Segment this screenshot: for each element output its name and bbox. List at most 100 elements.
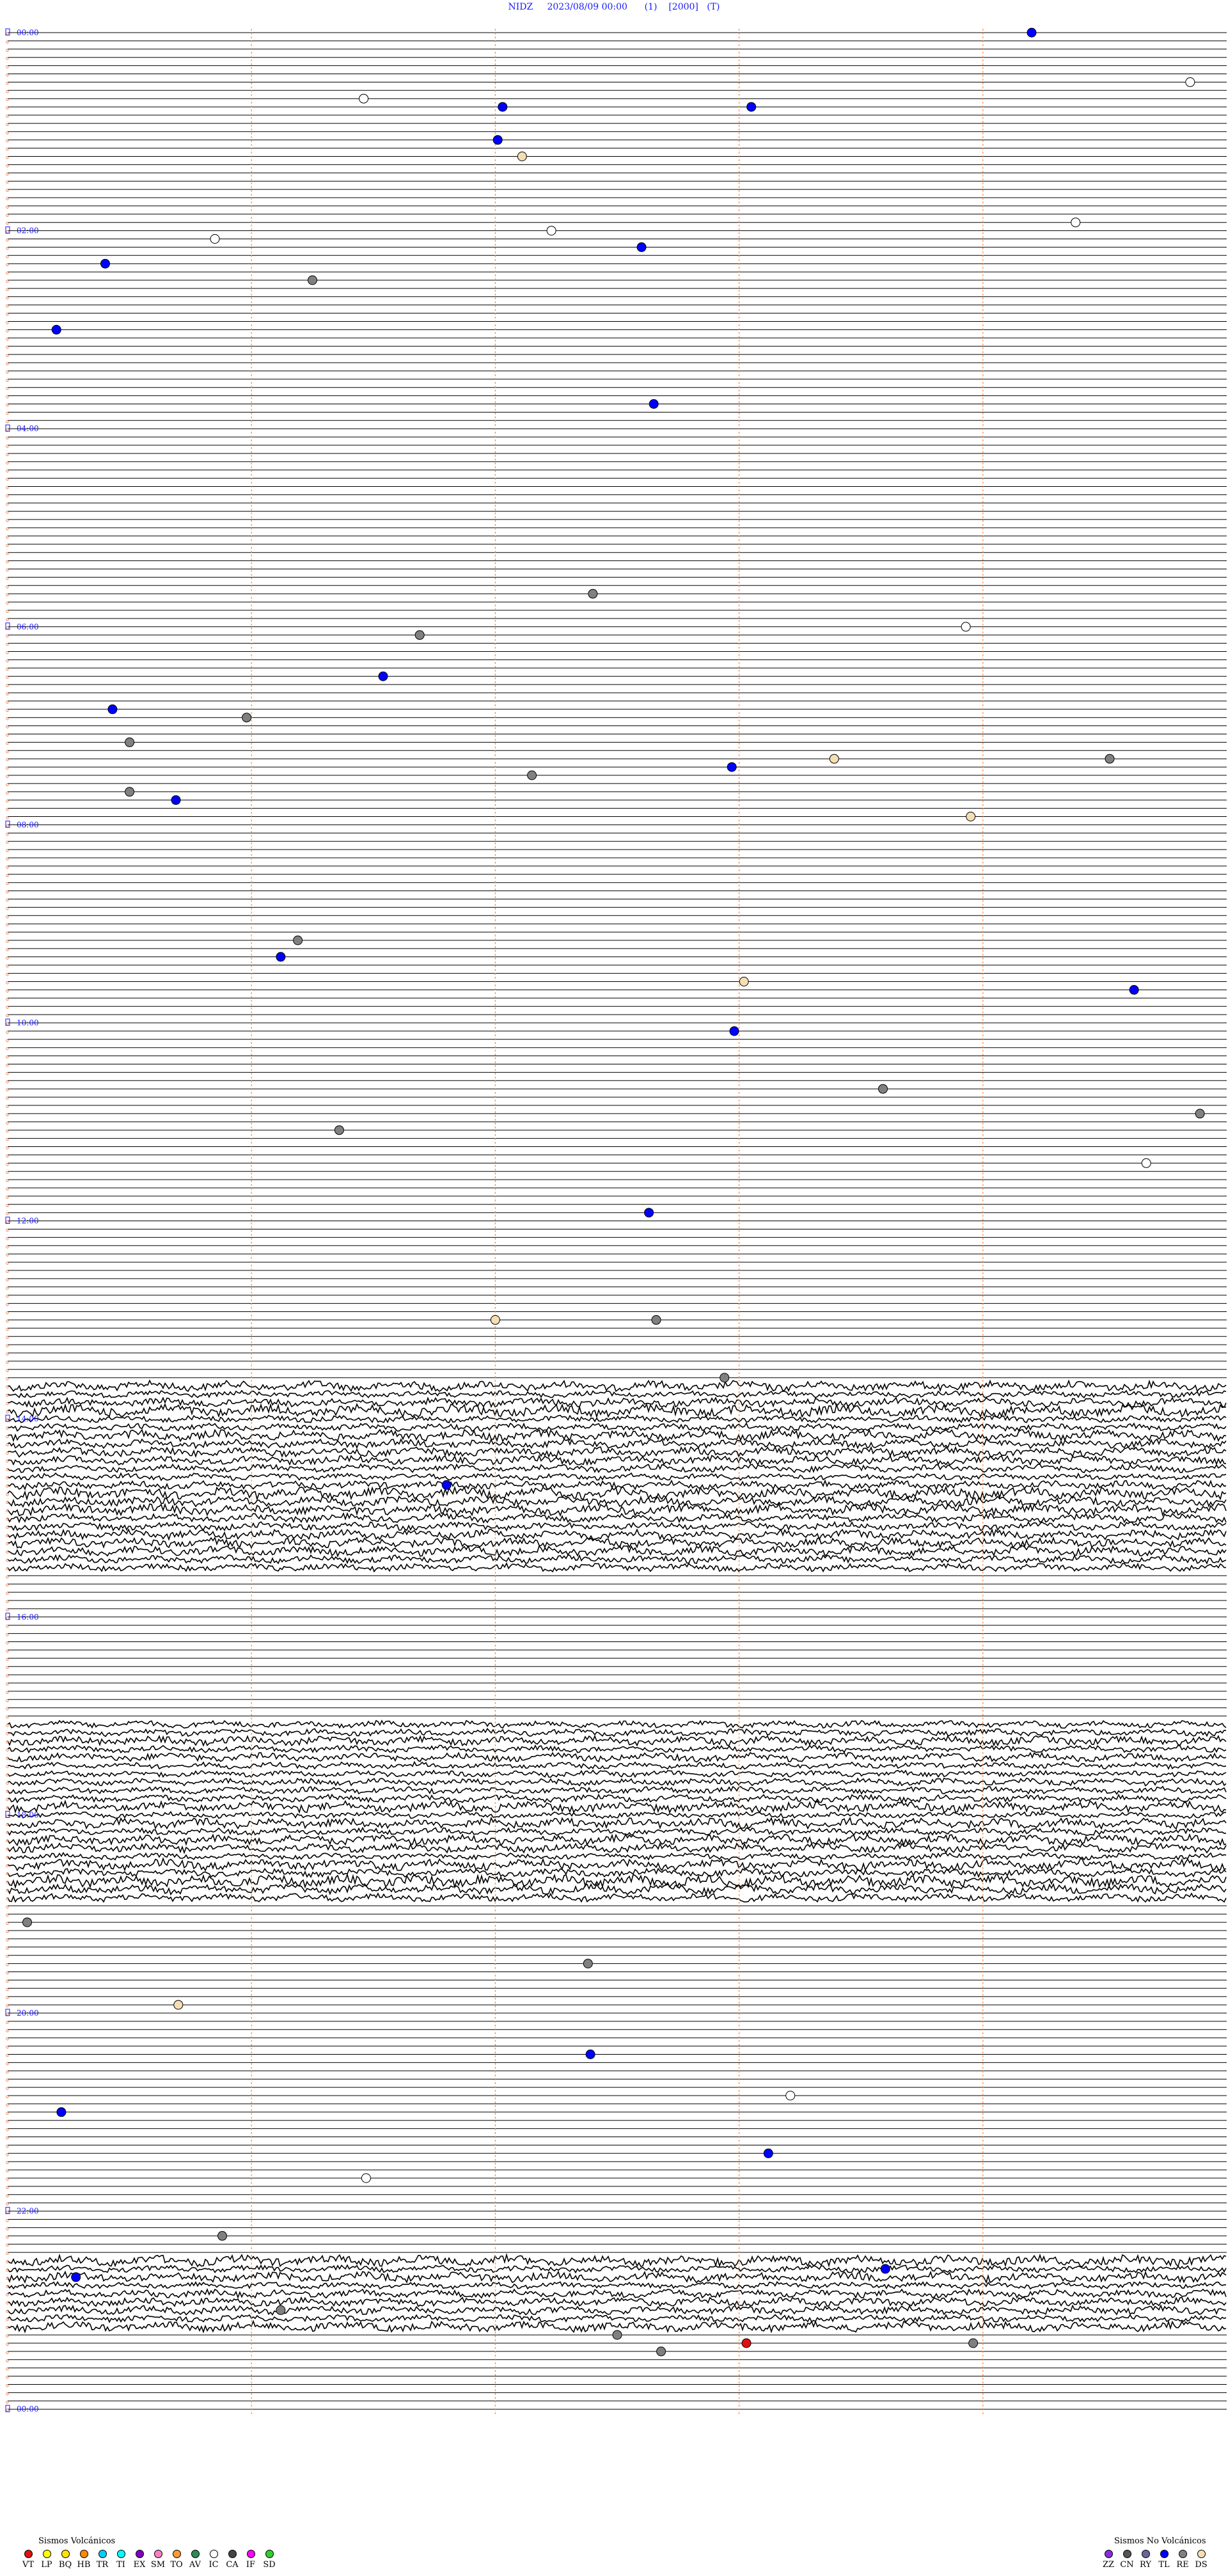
event-marker-re [242,713,252,723]
seismic-trace-noisy [7,1454,1227,1466]
row-marker: o [6,666,9,672]
event-marker-ic [785,2090,796,2101]
row-marker: o [6,501,9,507]
time-label: 00:00 [17,28,39,37]
seismic-trace-noisy [7,1799,1227,1814]
row-marker: o [6,410,9,416]
row-marker: o [6,1590,9,1596]
seismic-trace-noisy [7,1472,1227,1482]
row-marker: o [6,2094,9,2099]
row-marker: o [6,1153,9,1158]
event-marker-re [125,787,135,797]
seismic-trace-noisy [7,1883,1227,1897]
row-marker: o [6,2028,9,2034]
row-marker: o [6,88,9,94]
row-marker: o [6,831,9,837]
row-marker: o [6,468,9,474]
row-marker: o [6,1310,9,1316]
row-marker: o [6,485,9,491]
legend-dot-sd [265,2550,274,2558]
row-marker: o [6,64,9,70]
row-marker: o [6,1541,9,1547]
row-marker: o [6,1318,9,1324]
row-marker: o [6,452,9,457]
row-marker: o [6,1681,9,1687]
seismic-trace-noisy [7,1463,1227,1474]
row-marker: o [6,2160,9,2165]
row-marker: o [6,881,9,887]
event-marker-tl [763,2148,773,2158]
seismic-trace-noisy [7,1760,1227,1770]
row-marker: o [6,1458,9,1464]
row-marker: o [6,1417,9,1423]
event-marker-ic [1185,77,1195,87]
row-marker: o [6,1838,9,1844]
row-marker: o [6,1203,9,1208]
row-marker: o [6,1450,9,1456]
event-marker-tl [649,399,659,409]
legend-volcanic-title: Sismos Volcánicos [38,2536,116,2546]
row-marker: o [6,1747,9,1753]
row-marker: o [6,707,9,713]
row-marker: o [6,1574,9,1579]
row-marker: o [6,617,9,622]
seismic-trace-noisy [7,2253,1227,2268]
row-marker: o [6,658,9,663]
row-marker: o [6,856,9,862]
event-marker-re [968,2338,979,2348]
row-marker: o [6,2127,9,2133]
row-marker: o [6,2011,9,2017]
row-marker: o [6,171,9,177]
row-marker: o [6,418,9,424]
event-marker-tl [441,1480,452,1490]
seismic-trace-noisy [7,2264,1227,2274]
row-marker: o [6,1186,9,1192]
seismic-trace-noisy [7,1389,1227,1399]
row-marker: o [6,1013,9,1018]
seismic-trace-noisy [7,2280,1226,2290]
seismic-trace-noisy [7,1521,1227,1532]
event-marker-tl [56,2107,67,2117]
row-marker: o [6,1400,9,1406]
row-marker: o [6,2383,9,2389]
seismic-trace-noisy [7,1851,1227,1861]
row-marker: o [6,1442,9,1448]
row-marker: o [6,1467,9,1473]
legend-dot-ex [135,2550,144,2558]
event-marker-re [22,1917,32,1927]
event-marker-re [293,935,303,945]
row-marker: o [6,1730,9,1736]
row-marker: o [6,130,9,136]
row-marker: o [6,1656,9,1662]
seismic-trace-noisy [7,2288,1227,2300]
legend-item-ds: DS [1188,2550,1214,2570]
row-marker: o [6,196,9,201]
row-marker: o [6,1252,9,1258]
row-marker: o [6,1888,9,1893]
row-marker: o [6,600,9,606]
row-marker: o [6,1409,9,1414]
row-marker: o [6,2399,9,2405]
event-marker-ds [829,754,839,764]
row-marker: o [6,56,9,61]
row-marker: o [6,1772,9,1778]
row-marker: o [6,2143,9,2149]
row-marker: o [6,1954,9,1959]
seismic-trace-noisy [7,1826,1227,1837]
row-marker: o [6,1789,9,1794]
seismic-trace-noisy [7,1503,1227,1517]
row-marker: o [6,443,9,449]
seismic-trace-noisy [7,1512,1227,1524]
row-marker: o [6,435,9,441]
row-marker: o [6,394,9,400]
seismic-trace-noisy [7,1734,1227,1747]
time-label: 16:00 [17,1613,39,1622]
row-marker: o [6,1137,9,1142]
row-marker: o [6,642,9,647]
row-marker: o [6,740,9,746]
row-marker: o [6,1434,9,1439]
row-marker: o [6,1128,9,1134]
seismic-trace-noisy [7,1777,1227,1787]
seismic-trace-noisy [7,1554,1227,1565]
row-marker: o [6,1268,9,1274]
